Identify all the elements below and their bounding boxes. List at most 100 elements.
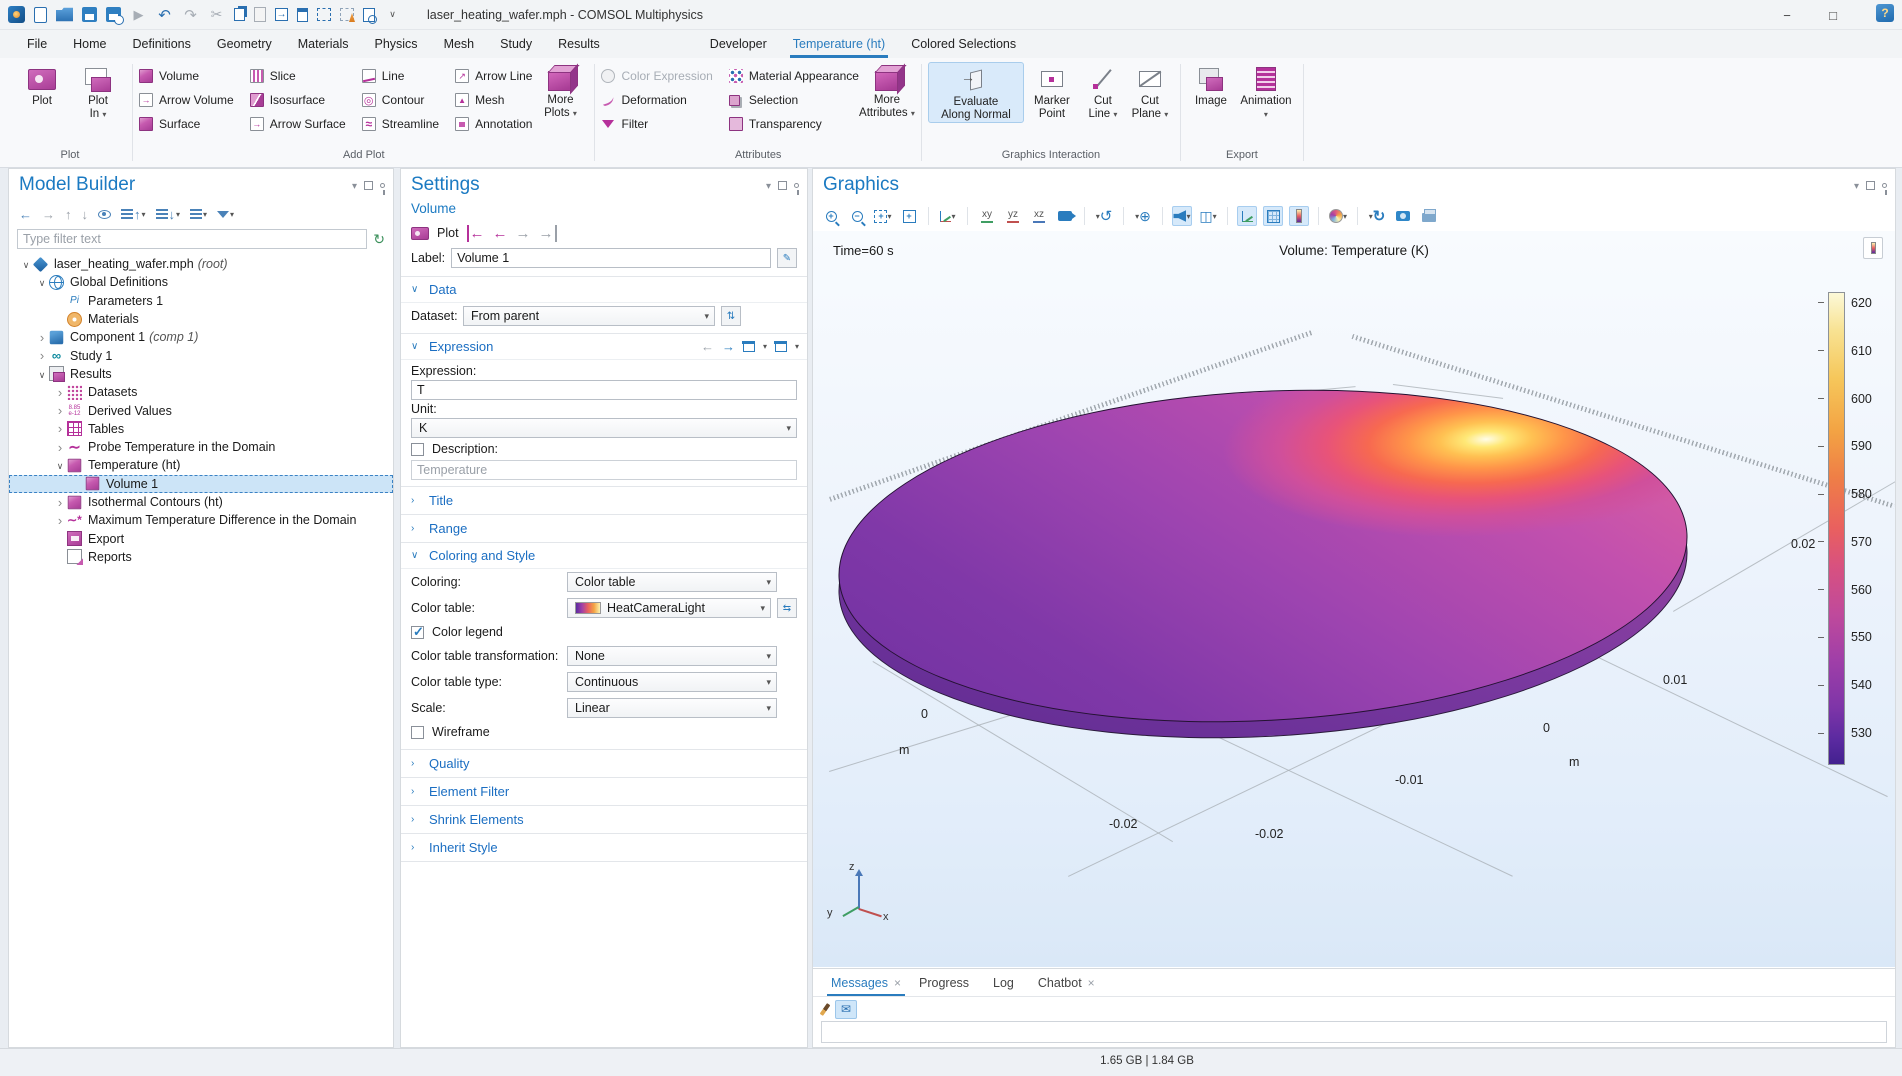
messages-tab[interactable]: Log xyxy=(985,969,1028,996)
panel-menu-icon[interactable] xyxy=(766,178,771,192)
panel-menu-icon[interactable] xyxy=(1854,178,1859,192)
replace-expression-icon[interactable] xyxy=(743,342,755,352)
ribbon-tab[interactable]: Physics xyxy=(361,30,430,58)
plot-in-button[interactable]: Plot In xyxy=(70,62,126,121)
tree-item[interactable]: Derived Values xyxy=(9,401,393,419)
view-yz-icon[interactable]: yz xyxy=(1003,206,1023,226)
tree-item[interactable]: Study 1 xyxy=(9,346,393,364)
zoom-in-icon[interactable]: + xyxy=(821,206,841,226)
tree-expander-icon[interactable] xyxy=(53,513,67,528)
unit-dropdown[interactable]: K xyxy=(411,418,797,438)
settings-plot-button[interactable]: Plot xyxy=(437,226,459,240)
tree-item[interactable]: Probe Temperature in the Domain xyxy=(9,438,393,456)
expression-input[interactable] xyxy=(411,380,797,400)
ribbon-tab[interactable]: Home xyxy=(60,30,119,58)
tree-item[interactable]: Materials xyxy=(9,310,393,328)
ribbon-tab[interactable]: Developer xyxy=(697,30,780,58)
window-layout-icon[interactable] xyxy=(1198,206,1218,226)
ribbon-tab[interactable]: Materials xyxy=(285,30,362,58)
qat-icon[interactable] xyxy=(297,8,308,22)
description-input[interactable] xyxy=(411,460,797,480)
close-tab-icon[interactable]: × xyxy=(1088,976,1095,990)
qat-icon[interactable] xyxy=(384,6,401,23)
section-title[interactable]: ›Title xyxy=(401,487,807,515)
scale-dropdown[interactable]: Linear xyxy=(567,698,777,718)
tree-item[interactable]: Maximum Temperature Difference in the Do… xyxy=(9,511,393,529)
color-theme-icon[interactable] xyxy=(1328,206,1348,226)
next-plot-icon[interactable]: → xyxy=(516,225,531,242)
sound-icon[interactable] xyxy=(1172,206,1192,226)
ribbon-tab[interactable]: Results xyxy=(545,30,613,58)
ribbon-item[interactable]: Volume xyxy=(139,69,234,83)
section-inherit-style[interactable]: ›Inherit Style xyxy=(401,834,807,862)
view-xz-icon[interactable]: xz xyxy=(1029,206,1049,226)
zoom-box-icon[interactable]: + xyxy=(873,206,893,226)
tree-expander-icon[interactable] xyxy=(53,440,67,455)
label-field-input[interactable] xyxy=(451,248,771,268)
expand-all-icon[interactable]: ↓ xyxy=(156,207,181,222)
previous-plot-icon[interactable]: ← xyxy=(493,225,508,242)
close-tab-icon[interactable]: × xyxy=(894,976,901,990)
plot-tools-icon[interactable] xyxy=(1863,237,1883,259)
tree-item[interactable]: Component 1 (comp 1) xyxy=(9,328,393,346)
ribbon-item[interactable]: Selection xyxy=(729,93,859,107)
section-range[interactable]: ›Range xyxy=(401,515,807,543)
tree-item[interactable]: Tables xyxy=(9,420,393,438)
more-plots-button[interactable]: More Plots xyxy=(532,62,588,120)
tree-item[interactable]: Export xyxy=(9,529,393,547)
qat-icon[interactable] xyxy=(317,8,331,21)
ribbon-item[interactable]: Color Expression xyxy=(601,69,712,83)
tree-expander-icon[interactable] xyxy=(35,367,49,381)
ribbon-tab[interactable]: Colored Selections xyxy=(898,30,1029,58)
tree-item[interactable]: Reports xyxy=(9,548,393,566)
color-legend-checkbox[interactable] xyxy=(411,626,424,639)
tree-item[interactable]: Temperature (ht) xyxy=(9,456,393,474)
qat-icon[interactable] xyxy=(8,6,25,23)
ribbon-item[interactable]: Mesh xyxy=(455,93,532,107)
ribbon-item[interactable]: Deformation xyxy=(601,93,712,107)
filter-icon[interactable] xyxy=(217,210,234,219)
tree-expander-icon[interactable] xyxy=(35,348,49,363)
qat-icon[interactable] xyxy=(82,7,97,22)
cut-plane-button[interactable]: Cut Plane xyxy=(1126,62,1174,121)
plot-button[interactable]: Plot xyxy=(14,62,70,108)
scene-camera-icon[interactable] xyxy=(1055,206,1075,226)
ribbon-item[interactable]: Contour xyxy=(362,93,439,107)
minimize-button[interactable]: − xyxy=(1764,0,1810,30)
show-grid-toggle[interactable] xyxy=(1263,206,1283,226)
ribbon-tab[interactable]: Geometry xyxy=(204,30,285,58)
pin-panel-icon[interactable] xyxy=(380,183,385,188)
qat-icon[interactable] xyxy=(363,8,375,22)
tree-expander-icon[interactable] xyxy=(19,257,33,271)
more-attributes-button[interactable]: More Attributes xyxy=(859,62,915,120)
clear-messages-icon[interactable] xyxy=(820,1003,831,1016)
section-element-filter[interactable]: ›Element Filter xyxy=(401,778,807,806)
coloring-dropdown[interactable]: Color table xyxy=(567,572,777,592)
zoom-out-icon[interactable]: − xyxy=(847,206,867,226)
qat-icon[interactable] xyxy=(275,8,288,21)
ribbon-item[interactable]: Transparency xyxy=(729,117,859,131)
ribbon-item[interactable]: Arrow Line xyxy=(455,69,532,83)
forward-icon[interactable]: → xyxy=(42,207,55,222)
ribbon-item[interactable]: Arrow Volume xyxy=(139,93,234,107)
ribbon-item[interactable]: Line xyxy=(362,69,439,83)
tree-item[interactable]: laser_heating_wafer.mph (root) xyxy=(9,255,393,273)
cut-line-button[interactable]: Cut Line xyxy=(1080,62,1126,121)
insert-expression-icon[interactable] xyxy=(775,342,787,352)
import-color-table-icon[interactable]: ⇆ xyxy=(777,598,797,618)
pin-panel-icon[interactable] xyxy=(1882,183,1887,188)
tree-expander-icon[interactable] xyxy=(53,403,67,418)
tree-item[interactable]: Parameters 1 xyxy=(9,292,393,310)
model-tree-nodes-icon[interactable] xyxy=(190,209,207,219)
show-icon[interactable] xyxy=(98,210,111,219)
qat-icon[interactable] xyxy=(156,6,173,23)
first-plot-icon[interactable]: ← xyxy=(467,225,485,242)
view-xy-icon[interactable]: xy xyxy=(977,206,997,226)
messages-tab[interactable]: Messages × xyxy=(823,969,909,996)
ribbon-item[interactable]: Arrow Surface xyxy=(250,117,346,131)
show-axes-toggle[interactable] xyxy=(1237,206,1257,226)
float-panel-icon[interactable] xyxy=(778,181,787,190)
dataset-dropdown[interactable]: From parent xyxy=(463,306,715,326)
evaluate-along-normal-button[interactable]: Evaluate Along Normal xyxy=(928,62,1024,123)
next-expression-icon[interactable]: → xyxy=(722,339,735,354)
